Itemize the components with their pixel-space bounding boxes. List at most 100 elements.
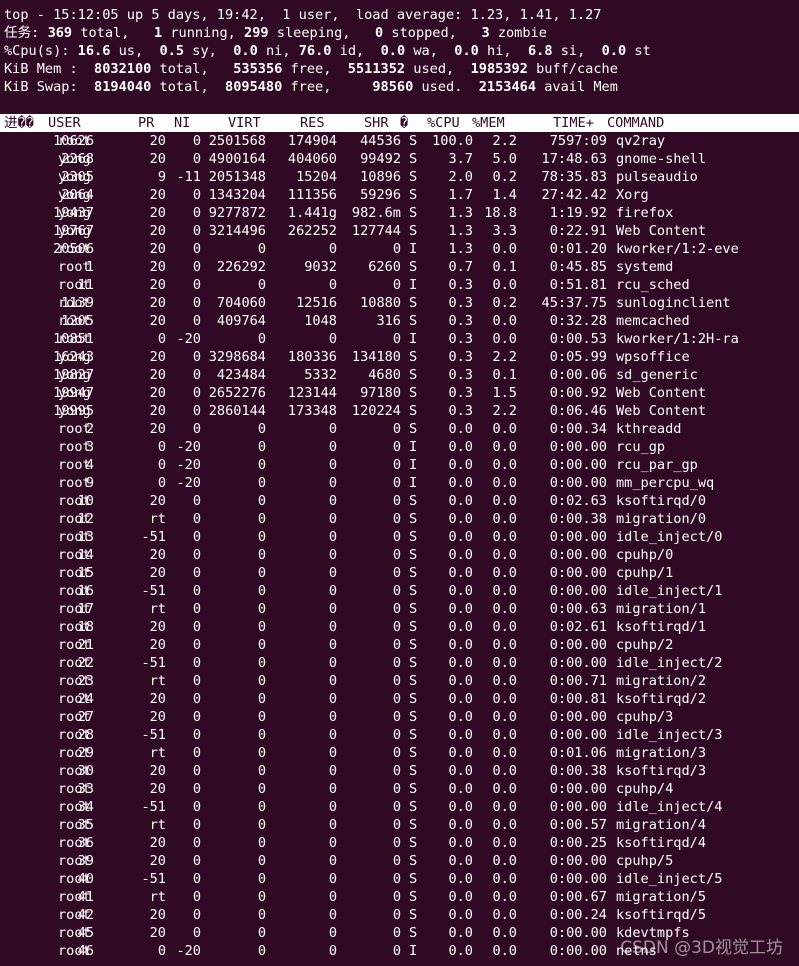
- process-row: 19995 yong 20 0 2860144 173348 120224 S 0.3 2.2 0:…: [0, 402, 799, 420]
- cell-s: S: [409, 295, 418, 311]
- cell-mem: 0.1: [492, 367, 517, 383]
- column-header-mem: %MEM: [472, 115, 505, 131]
- cell-time: 0:00.38: [549, 511, 607, 527]
- cell-pr: 20: [149, 187, 166, 203]
- cell-user: root: [58, 583, 91, 599]
- cell-shr: 0: [392, 529, 401, 545]
- cell-user: root: [58, 691, 91, 707]
- cell-mem: 0.0: [492, 277, 517, 293]
- column-header-command: COMMAND: [607, 115, 665, 131]
- cell-shr: 10880: [360, 295, 401, 311]
- watermark: CSDN @3D视觉工坊: [620, 938, 783, 958]
- cell-res: 0: [328, 511, 337, 527]
- cell-pr: 20: [149, 853, 166, 869]
- cell-virt: 0: [257, 619, 266, 635]
- process-row: 34 root -51 0 0 0 0 S 0.0 0.0 0:00.00 idle_inject/4: [0, 798, 799, 816]
- cell-cpu: 0.3: [448, 403, 473, 419]
- process-row: 23 root rt 0 0 0 0 S 0.0 0.0 0:00.71 migration/2: [0, 672, 799, 690]
- column-header-time: TIME+: [553, 115, 594, 131]
- cell-cpu: 0.3: [448, 367, 473, 383]
- terminal-window[interactable]: top - 15:12:05 up 5 days, 19:42, 1 user,…: [0, 0, 799, 966]
- cell-command: idle_inject/0: [616, 529, 723, 545]
- cell-shr: 59296: [360, 187, 401, 203]
- cpu-ni-label: ni,: [265, 43, 291, 59]
- cell-res: 0: [328, 889, 337, 905]
- cell-shr: 316: [376, 313, 401, 329]
- cpu-ni: 0.0: [233, 43, 258, 59]
- cell-ni: 0: [192, 853, 201, 869]
- cell-s: S: [409, 925, 418, 941]
- cell-shr: 0: [392, 583, 401, 599]
- cell-user: root: [58, 475, 91, 491]
- cell-s: S: [409, 583, 418, 599]
- cell-time: 0:00.00: [549, 457, 607, 473]
- cell-cpu: 0.0: [448, 781, 473, 797]
- cell-res: 0: [328, 655, 337, 671]
- mem-total: 8032100: [94, 61, 152, 77]
- mem-free: 535356: [233, 61, 283, 77]
- cell-s: S: [409, 637, 418, 653]
- cpu-sy: 0.5: [159, 43, 185, 59]
- cell-cpu: 0.0: [448, 475, 473, 491]
- process-row: 27 root 20 0 0 0 0 S 0.0 0.0 0:00.00 cpuhp/3: [0, 708, 799, 726]
- cell-shr: 0: [392, 241, 401, 257]
- cell-time: 0:00.25: [549, 835, 607, 851]
- cell-res: 0: [328, 547, 337, 563]
- cell-command: idle_inject/2: [616, 655, 723, 671]
- cell-pr: -51: [141, 529, 166, 545]
- cell-time: 0:00.00: [549, 781, 607, 797]
- cell-time: 0:51.81: [549, 277, 607, 293]
- cell-mem: 0.0: [492, 475, 517, 491]
- cell-user: root: [58, 241, 91, 257]
- tasks-zombie: 3: [481, 25, 490, 41]
- cell-command: rcu_sched: [616, 277, 690, 293]
- cell-shr: 0: [392, 709, 401, 725]
- process-row: 2 root 20 0 0 0 0 S 0.0 0.0 0:00.34 kthreadd: [0, 420, 799, 438]
- cell-user: root: [58, 871, 91, 887]
- process-row: 15 root 20 0 0 0 0 S 0.0 0.0 0:00.00 cpuhp/1: [0, 564, 799, 582]
- cell-time: 0:00.92: [549, 385, 607, 401]
- cell-cpu: 100.0: [432, 133, 473, 149]
- cell-command: idle_inject/1: [616, 583, 723, 599]
- cell-shr: 0: [392, 925, 401, 941]
- cell-user: root: [58, 709, 91, 725]
- cell-virt: 1343204: [208, 187, 266, 203]
- process-row: 14 root 20 0 0 0 0 S 0.0 0.0 0:00.00 cpuhp/0: [0, 546, 799, 564]
- swap-line: KiB Swap: 8194040 total, 8095480 free, 9…: [4, 78, 618, 96]
- cell-s: S: [409, 385, 418, 401]
- cell-cpu: 1.7: [448, 187, 473, 203]
- cell-command: Web Content: [616, 385, 707, 401]
- cell-time: 0:00.81: [549, 691, 607, 707]
- cell-shr: 0: [392, 781, 401, 797]
- cell-ni: 0: [192, 637, 201, 653]
- cell-mem: 0.0: [492, 709, 517, 725]
- cell-cpu: 0.0: [448, 763, 473, 779]
- cell-virt: 0: [257, 817, 266, 833]
- cell-time: 0:00.57: [549, 817, 607, 833]
- tasks-sleeping: 299: [244, 25, 269, 41]
- cell-command: kthreadd: [616, 421, 682, 437]
- cell-mem: 0.0: [492, 889, 517, 905]
- cell-res: 0: [328, 529, 337, 545]
- cell-pr: rt: [149, 817, 166, 833]
- cell-command: cpuhp/4: [616, 781, 674, 797]
- tasks-label: 任务:: [4, 25, 40, 41]
- cell-time: 1:19.92: [549, 205, 607, 221]
- cell-user: root: [58, 925, 91, 941]
- cell-cpu: 0.0: [448, 727, 473, 743]
- cell-user: yong: [58, 205, 91, 221]
- cell-res: 0: [328, 637, 337, 653]
- cell-time: 0:00.34: [549, 421, 607, 437]
- cell-virt: 0: [257, 439, 266, 455]
- cell-time: 7597:09: [549, 133, 607, 149]
- cpu-hi: 0.0: [454, 43, 479, 59]
- cell-shr: 0: [392, 745, 401, 761]
- cell-command: migration/1: [616, 601, 707, 617]
- cell-mem: 0.0: [492, 439, 517, 455]
- cpu-id: 76.0: [298, 43, 332, 59]
- cell-command: pulseaudio: [616, 169, 698, 185]
- tasks-total-label: total,: [80, 25, 130, 41]
- cell-user: yong: [58, 169, 91, 185]
- cell-cpu: 0.0: [448, 817, 473, 833]
- cell-ni: 0: [192, 385, 201, 401]
